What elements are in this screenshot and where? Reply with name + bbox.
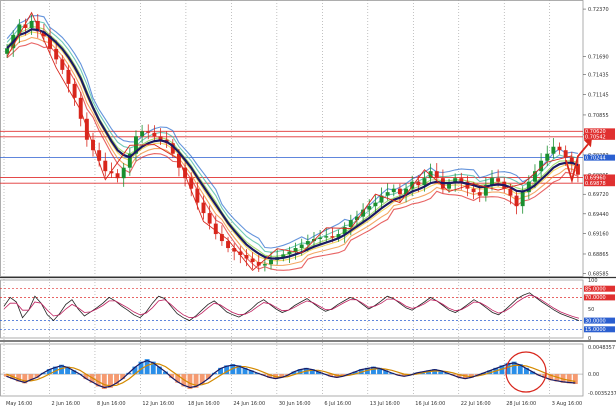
candle-body: [318, 237, 323, 239]
candle-body: [5, 48, 10, 54]
candle-body: [54, 48, 59, 60]
candle-body: [66, 69, 71, 84]
candle-body: [140, 131, 145, 137]
candle-body: [195, 188, 200, 203]
price-level-tag-label: 0.69878: [585, 181, 606, 187]
price-tick-label: 0.68585: [588, 272, 609, 278]
price-tick-label: 0.69160: [588, 231, 609, 237]
candle-body: [207, 213, 212, 224]
candle-body: [72, 83, 77, 98]
candle-body: [496, 178, 501, 182]
price-level-tag-label: 0.70244: [585, 155, 606, 161]
time-tick-label: 2 Jun 16:00: [51, 401, 80, 407]
time-tick-label: 22 Jul 16:00: [461, 401, 491, 407]
candle-body: [183, 167, 188, 179]
time-tick-label: 13 Jul 16:00: [370, 401, 400, 407]
candle-body: [262, 264, 267, 266]
candle-body: [520, 192, 525, 207]
zigzag-line: [6, 11, 572, 272]
candle-body: [367, 206, 372, 210]
candle-body: [176, 153, 181, 168]
candle-body: [545, 153, 550, 161]
candle-body: [551, 146, 556, 154]
candle-body: [514, 195, 519, 207]
candle-body: [244, 255, 249, 259]
candle-body: [385, 192, 390, 196]
candle-body: [305, 241, 310, 245]
candle-body: [152, 132, 157, 137]
candle-body: [391, 188, 396, 193]
oscillator-tick-label: 50: [588, 307, 594, 313]
time-tick-label: 24 Jun 16:00: [233, 401, 265, 407]
histogram-tick-label: 0.00: [588, 372, 599, 378]
oscillator-line: [3, 292, 580, 322]
price-tick-label: 0.72370: [588, 7, 609, 13]
price-level-tag-label: 0.70542: [585, 135, 606, 141]
time-tick-label: 3 Aug 16:00: [552, 401, 583, 407]
candle-body: [397, 188, 402, 195]
candle-body: [563, 150, 568, 158]
price-panel: [0, 11, 592, 272]
time-tick-label: 6 Jul 16:00: [324, 401, 351, 407]
candle-body: [250, 258, 255, 263]
candle-body: [459, 178, 464, 182]
candle-body: [422, 178, 427, 186]
histogram-tick-label: -0.0035237: [588, 391, 616, 397]
candle-body: [115, 173, 120, 179]
price-tick-label: 0.71435: [588, 72, 609, 78]
candle-body: [477, 192, 482, 196]
time-tick-label: 8 Jun 16:00: [97, 401, 126, 407]
candle-body: [146, 131, 151, 133]
candle-body: [471, 188, 476, 193]
oscillator-tick-label: 0: [588, 336, 591, 342]
price-tick-label: 0.70855: [588, 113, 609, 119]
chart-canvas: 0.72370 0.71690 0.71435 0.71145 0.70855 0.705…: [0, 0, 616, 407]
oscillator-panel: [0, 288, 583, 330]
time-tick-label: 28 Jul 16:00: [506, 401, 536, 407]
candle-body: [60, 59, 65, 70]
candle-body: [84, 118, 89, 140]
candle-body: [557, 146, 562, 151]
time-tick-label: 18 Jun 16:00: [188, 401, 220, 407]
time-tick-label: 30 Jun 16:00: [279, 401, 311, 407]
price-tick-label: 0.68865: [588, 252, 609, 258]
candle-body: [103, 160, 108, 172]
time-tick-label: 16 Jul 16:00: [415, 401, 445, 407]
candle-body: [299, 244, 304, 249]
candle-body: [158, 136, 163, 140]
candle-body: [575, 164, 580, 175]
candle-body: [330, 236, 335, 238]
price-tick-label: 0.71690: [588, 55, 609, 61]
candle-body: [201, 202, 206, 214]
candle-body: [287, 251, 292, 255]
histogram-panel: [0, 351, 583, 393]
time-tick-label: May 16:00: [6, 401, 32, 407]
axes: 0.72370 0.71690 0.71435 0.71145 0.70855 0.705…: [6, 7, 616, 407]
oscillator-level-tag-label: 70.0000: [585, 295, 606, 301]
oscillator-tick-label: 100: [588, 278, 598, 284]
candle-body: [373, 202, 378, 207]
time-tick-label: 12 Jun 16:00: [142, 401, 174, 407]
candle-body: [324, 236, 329, 238]
candle-body: [121, 167, 126, 179]
price-tick-label: 0.69720: [588, 192, 609, 198]
candle-body: [508, 188, 513, 196]
oscillator-line: [3, 294, 580, 319]
price-tick-label: 0.69440: [588, 212, 609, 218]
candle-body: [293, 248, 298, 252]
candle-body: [416, 181, 421, 186]
candle-body: [213, 223, 218, 235]
oscillator-level-tag-label: 15.0000: [585, 327, 606, 333]
oscillator-level-tag-label: 30.0000: [585, 318, 606, 324]
oscillator-level-tag-label: 85.0000: [585, 287, 606, 293]
histogram-tick-label: 0.0048357: [588, 345, 615, 351]
price-tick-label: 0.71145: [588, 93, 609, 99]
candle-body: [269, 259, 273, 265]
candle-body: [434, 171, 439, 179]
candle-body: [29, 20, 34, 28]
